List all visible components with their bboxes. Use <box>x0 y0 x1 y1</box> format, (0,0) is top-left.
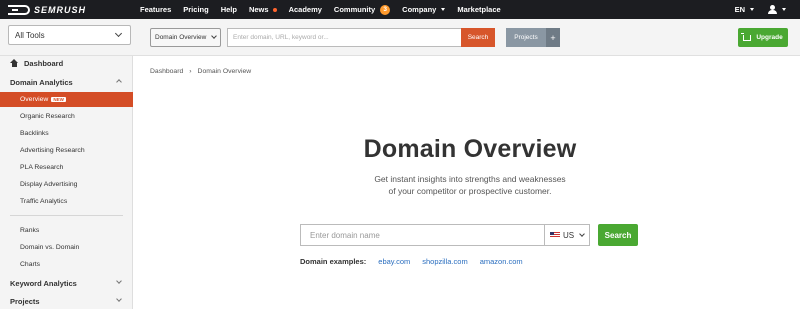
nav-features[interactable]: Features <box>140 5 171 14</box>
nav-academy[interactable]: Academy <box>289 5 322 14</box>
caret-down-icon <box>782 8 786 11</box>
sidebar-item-charts[interactable]: Charts <box>0 257 133 272</box>
chevron-down-icon <box>114 29 123 38</box>
nav-community[interactable]: Community 3 <box>334 4 391 15</box>
sidebar-item-backlinks[interactable]: Backlinks <box>0 126 133 141</box>
sidebar-section-keyword-analytics[interactable]: Keyword Analytics <box>0 276 133 290</box>
user-menu[interactable] <box>768 4 786 15</box>
news-dot-icon <box>272 7 277 12</box>
country-select[interactable]: US <box>544 224 590 246</box>
sidebar-item-organic-research[interactable]: Organic Research <box>0 109 133 124</box>
sidebar-section-projects[interactable]: Projects <box>0 294 133 308</box>
sidebar-item-traffic-analytics[interactable]: Traffic Analytics <box>0 194 133 209</box>
example-link-shopzilla[interactable]: shopzilla.com <box>422 257 467 266</box>
example-link-ebay[interactable]: ebay.com <box>378 257 410 266</box>
chevron-down-icon <box>116 278 122 284</box>
breadcrumb-separator: › <box>189 68 192 75</box>
toolbar: All Tools Domain Overview Enter domain, … <box>0 19 800 56</box>
breadcrumb-dashboard[interactable]: Dashboard <box>150 68 183 75</box>
nav-news[interactable]: News <box>249 5 277 14</box>
user-icon <box>768 4 777 15</box>
caret-down-icon <box>750 8 754 11</box>
add-project-button[interactable]: + <box>546 28 560 47</box>
top-search-button[interactable]: Search <box>461 28 495 47</box>
example-link-amazon[interactable]: amazon.com <box>480 257 523 266</box>
new-badge: NEW <box>51 97 66 102</box>
examples-label: Domain examples: <box>300 257 367 266</box>
chevron-down-icon <box>211 33 217 39</box>
nav-help[interactable]: Help <box>221 5 237 14</box>
page-subtitle: Get instant insights into strengths and … <box>374 174 566 196</box>
database-select[interactable]: Domain Overview <box>150 28 221 47</box>
nav-company[interactable]: Company <box>402 5 446 14</box>
semrush-logo-icon <box>8 4 30 15</box>
page-title: Domain Overview <box>363 135 577 163</box>
breadcrumb: Dashboard › Domain Overview <box>150 68 251 75</box>
sidebar-item-domain-vs-domain[interactable]: Domain vs. Domain <box>0 240 133 255</box>
community-count-badge: 3 <box>380 4 391 15</box>
sidebar: Dashboard Domain Analytics Overview NEW … <box>0 56 133 309</box>
chevron-down-icon <box>116 296 122 302</box>
language-selector[interactable]: EN <box>735 5 754 14</box>
home-icon <box>10 59 18 67</box>
nav-marketplace[interactable]: Marketplace <box>457 5 500 14</box>
caret-down-icon <box>441 8 446 11</box>
main-nav: Features Pricing Help News Academy Commu… <box>140 4 501 15</box>
domain-examples: Domain examples: ebay.com shopzilla.com … <box>300 257 523 266</box>
sidebar-item-pla-research[interactable]: PLA Research <box>0 160 133 175</box>
sidebar-section-domain-analytics[interactable]: Domain Analytics <box>0 75 133 89</box>
upgrade-button[interactable]: Upgrade <box>738 28 788 47</box>
sidebar-item-advertising-research[interactable]: Advertising Research <box>0 143 133 158</box>
top-navigation: SEMRUSH Features Pricing Help News Acade… <box>0 0 800 19</box>
sidebar-item-display-advertising[interactable]: Display Advertising <box>0 177 133 192</box>
top-search-input[interactable]: Enter domain, URL, keyword or... <box>227 28 461 47</box>
domain-search-input[interactable]: Enter domain name <box>300 224 544 246</box>
sidebar-item-ranks[interactable]: Ranks <box>0 223 133 238</box>
sidebar-item-overview[interactable]: Overview NEW <box>0 92 133 107</box>
semrush-logo[interactable]: SEMRUSH <box>8 4 120 15</box>
us-flag-icon <box>550 232 560 238</box>
nav-pricing[interactable]: Pricing <box>183 5 208 14</box>
chevron-down-icon <box>579 231 585 237</box>
breadcrumb-current: Domain Overview <box>197 68 252 75</box>
all-tools-select[interactable]: All Tools <box>8 25 131 45</box>
projects-button[interactable]: Projects <box>506 28 546 47</box>
domain-search-button[interactable]: Search <box>598 224 638 246</box>
sidebar-item-dashboard[interactable]: Dashboard <box>10 56 63 70</box>
chevron-up-icon <box>116 79 122 85</box>
sidebar-divider <box>10 215 123 216</box>
cart-icon <box>741 32 752 41</box>
